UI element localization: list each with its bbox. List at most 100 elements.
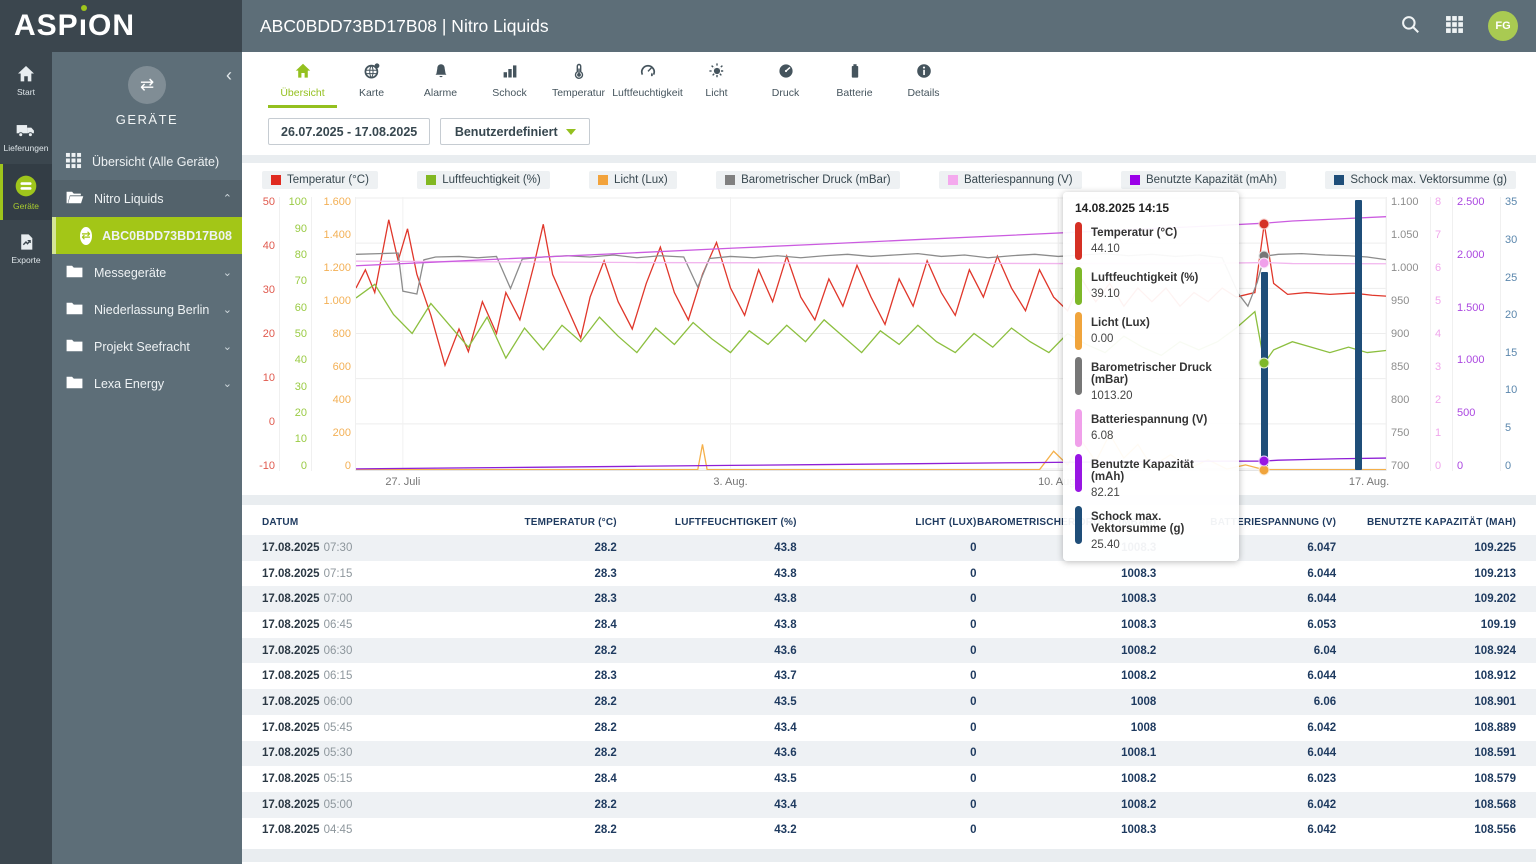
legend-swatch (948, 175, 958, 185)
cell-datum: 17.08.202504:45 (262, 824, 437, 836)
data-table: DATUMTEMPERATUR (°C)LUFTFEUCHTIGKEIT (%)… (242, 505, 1536, 862)
tree-item-device-selected[interactable]: ⇄ABC0BDD73BD17B08 (52, 217, 242, 254)
legend-item[interactable]: Luftfeuchtigkeit (%) (417, 171, 549, 189)
sidebar-collapse-button[interactable]: ‹ (226, 66, 232, 84)
tab-details[interactable]: Details (889, 58, 958, 108)
axis-tick: 1.400 (323, 229, 351, 241)
cell-value: 1008 (976, 722, 1156, 734)
axis-press: 1.1001.0501.000950900850800750700 (1386, 197, 1430, 471)
cell-value: 108.591 (1336, 747, 1516, 759)
table-row: 17.08.202505:0028.243.401008.26.042108.5… (242, 792, 1536, 818)
tab-alarme[interactable]: Alarme (406, 58, 475, 108)
rail-nav: StartLieferungenGeräteExporte (0, 52, 52, 276)
tab-luftfeuchtigkeit[interactable]: Luftfeuchtigkeit (613, 58, 682, 108)
cell-value: 0 (797, 722, 977, 734)
table-column-header[interactable]: LICHT (LUX) (797, 517, 977, 528)
rail-item-geraete[interactable]: Geräte (0, 164, 52, 220)
tree-item-lexa-energy[interactable]: Lexa Energy⌄ (52, 365, 242, 402)
legend-item[interactable]: Temperatur (°C) (262, 171, 378, 189)
axis-tick: 100 (289, 196, 307, 208)
right-axes: 1.1001.0501.0009509008508007507008765432… (1386, 197, 1532, 471)
thermo-icon (570, 62, 588, 85)
cell-value: 0 (797, 696, 977, 708)
tab-temperatur[interactable]: Temperatur (544, 58, 613, 108)
bars-icon (501, 62, 519, 85)
table-column-header[interactable]: BENUTZTE KAPAZITÄT (MAH) (1336, 517, 1516, 528)
table-scrollbar-track[interactable] (242, 849, 1536, 862)
table-column-header[interactable]: DATUM (262, 517, 437, 528)
date-preset-select[interactable]: Benutzerdefiniert (440, 118, 590, 145)
axis-tick: 1.100 (1391, 196, 1419, 208)
tab-licht[interactable]: Licht (682, 58, 751, 108)
shock-event-bar[interactable] (1261, 272, 1268, 470)
axis-temp: 50403020100-10 (244, 197, 280, 471)
cell-value: 1008.3 (976, 824, 1156, 836)
overview-grid-icon (65, 152, 82, 172)
rail-item-lieferungen[interactable]: Lieferungen (0, 108, 52, 164)
axis-tick: 850 (1391, 361, 1409, 373)
tree-item-label: Messegeräte (94, 266, 166, 280)
table-column-header[interactable]: LUFTFEUCHTIGKEIT (%) (617, 517, 797, 528)
sun-icon (708, 62, 726, 85)
rail-item-exporte[interactable]: Exporte (0, 220, 52, 276)
tab--bersicht[interactable]: Übersicht (268, 58, 337, 108)
date-preset-value: Benutzerdefiniert (455, 125, 558, 139)
device-label: ABC0BDD73BD17B08 (102, 229, 232, 243)
brand-logo-text: ASPıON (14, 9, 135, 43)
page-title: ABC0BDD73BD17B08 | Nitro Liquids (260, 16, 549, 37)
date-range-input[interactable]: 26.07.2025 - 17.08.2025 (268, 118, 430, 145)
cell-value: 6.053 (1156, 619, 1336, 631)
legend-item[interactable]: Barometrischer Druck (mBar) (716, 171, 900, 189)
globe-icon (363, 62, 381, 85)
tab-druck[interactable]: Druck (751, 58, 820, 108)
axis-volt: 876543210 (1430, 197, 1452, 471)
bell-icon (432, 62, 450, 85)
cell-datum: 17.08.202507:15 (262, 568, 437, 580)
axis-tick: 900 (1391, 328, 1409, 340)
search-button[interactable] (1400, 14, 1421, 38)
cell-value: 0 (797, 619, 977, 631)
tree-item-nitro-liquids[interactable]: Nitro Liquids⌃ (52, 180, 242, 217)
table-column-header[interactable]: BAROMETRISCHER DRUCK (MBAR) (976, 517, 1156, 528)
axis-tick: 0 (345, 460, 351, 472)
table-column-header[interactable]: TEMPERATUR (°C) (437, 517, 617, 528)
rail-item-start[interactable]: Start (0, 52, 52, 108)
cell-value: 108.924 (1336, 645, 1516, 657)
tab-bar: Übersicht KarteAlarmeSchockTemperaturLuft… (242, 52, 1536, 108)
legend-item[interactable]: Schock max. Vektorsumme (g) (1325, 171, 1516, 189)
tree-item-label: Nitro Liquids (94, 192, 163, 206)
axis-hum: 1009080706050403020100 (280, 197, 312, 471)
axis-tick: 10 (295, 433, 307, 445)
chart-area: 50403020100-101009080706050403020100 1.60… (242, 197, 1536, 471)
cell-value: 108.579 (1336, 773, 1516, 785)
table-column-header[interactable]: BATTERIESPANNUNG (V) (1156, 517, 1336, 528)
legend-swatch (426, 175, 436, 185)
legend-item[interactable]: Benutzte Kapazität (mAh) (1121, 171, 1286, 189)
cell-value: 28.2 (437, 542, 617, 554)
axis-tick: 1.600 (323, 196, 351, 208)
tab-label: Übersicht (280, 87, 324, 99)
cell-value: 6.042 (1156, 799, 1336, 811)
axis-tick: 70 (295, 275, 307, 287)
tree-item-projekt-seefracht[interactable]: Projekt Seefracht⌄ (52, 328, 242, 365)
tab-schock[interactable]: Schock (475, 58, 544, 108)
cell-value: 6.06 (1156, 696, 1336, 708)
nav-rail: ASPıON StartLieferungenGeräteExporte (0, 0, 52, 864)
apps-grid-icon (1445, 15, 1464, 37)
legend-item[interactable]: Licht (Lux) (589, 171, 677, 189)
tab-karte[interactable]: Karte (337, 58, 406, 108)
chart-plot[interactable] (356, 197, 1386, 471)
apps-grid-button[interactable] (1445, 15, 1464, 37)
cell-datum: 17.08.202507:00 (262, 593, 437, 605)
tree-item-niederlassung-berlin[interactable]: Niederlassung Berlin⌄ (52, 291, 242, 328)
tree-item--bersicht-alle-ger-te-[interactable]: Übersicht (Alle Geräte) (52, 143, 242, 180)
shock-event-bar[interactable] (1355, 200, 1362, 470)
axis-tick: 5 (1435, 295, 1441, 307)
legend-item[interactable]: Batteriespannung (V) (939, 171, 1082, 189)
tree-item-messeger-te[interactable]: Messegeräte⌄ (52, 254, 242, 291)
user-avatar[interactable]: FG (1488, 11, 1518, 41)
cell-value: 1008.3 (976, 542, 1156, 554)
device-tree: Übersicht (Alle Geräte)Nitro Liquids⌃⇄AB… (52, 143, 242, 402)
cell-datum: 17.08.202505:15 (262, 773, 437, 785)
tab-batterie[interactable]: Batterie (820, 58, 889, 108)
